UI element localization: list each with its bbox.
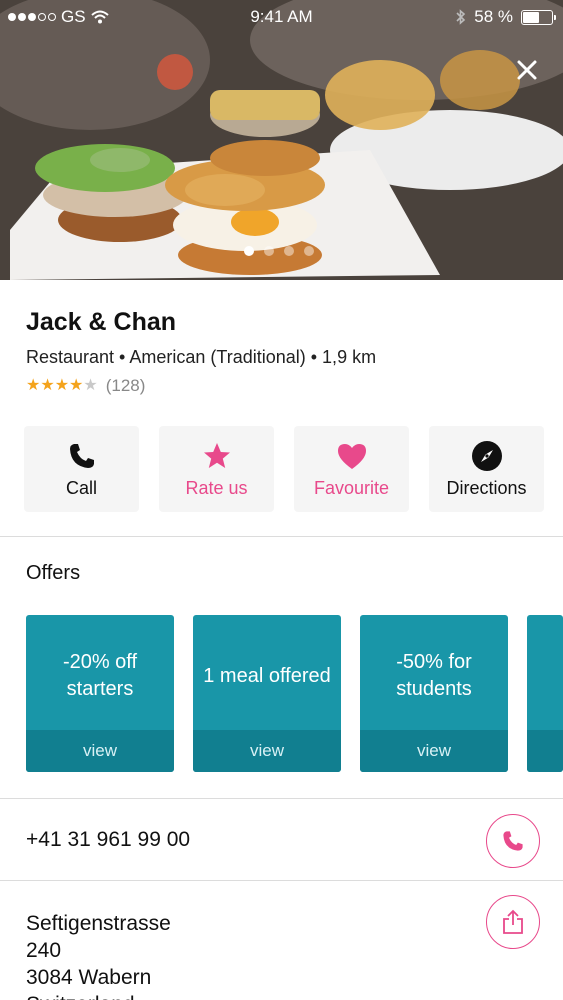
favourite-button[interactable]: Favourite [294,426,409,512]
divider [0,536,563,537]
rating-stars: ★ ★ ★ ★ ★ [26,378,98,394]
action-bar: Call Rate us Favourite Directions [24,426,544,512]
carousel-dot[interactable] [284,246,294,256]
carousel-dot[interactable] [244,246,254,256]
address-country: Switzerland [26,991,171,1000]
compass-icon [471,440,503,472]
call-button[interactable]: Call [24,426,139,512]
address-street: Seftigenstrasse [26,912,171,935]
offer-card[interactable]: -20% off starters view [26,615,174,772]
favourite-label: Favourite [313,477,390,498]
rating[interactable]: ★ ★ ★ ★ ★ (128) [26,376,376,396]
place-name: Jack & Chan [26,308,177,336]
call-label: Call [65,477,97,498]
share-icon [503,909,523,934]
star-icon: ★ [40,377,55,394]
review-count: (128) [105,376,146,395]
phone-icon [503,831,523,851]
address-city: 3084 Wabern [26,966,152,989]
offers-title: Offers [26,562,81,584]
place-meta: Restaurant • American (Traditional) • 1,… [26,347,377,367]
offer-card[interactable]: -50% for students view [360,615,508,772]
address[interactable]: Seftigenstrasse 240 3084 Wabern Switzerl… [26,910,171,1000]
carousel-dot[interactable] [264,246,274,256]
close-icon[interactable] [515,58,539,82]
offer-text: -50% for students [396,651,472,700]
status-bar: GS 9:41 AM 58 % [0,0,563,34]
offer-view-button[interactable]: view [193,730,341,772]
battery-icon [521,9,556,25]
phone-number[interactable]: +41 31 961 99 00 [26,828,190,852]
carousel-dot[interactable] [304,246,314,256]
star-icon [201,440,233,472]
divider [0,880,563,881]
offer-text: 1 meal offered [203,664,331,687]
offer-view-button[interactable]: view [26,730,174,772]
carousel-indicator[interactable] [244,246,314,256]
star-icon: ★ [83,377,98,394]
star-icon: ★ [26,377,41,394]
food-photo [0,0,563,280]
star-icon: ★ [54,377,70,394]
directions-button[interactable]: Directions [429,426,544,512]
phone-icon [66,440,98,472]
offers-carousel[interactable]: -20% off starters view 1 meal offered vi… [26,615,563,772]
battery-percent: 58 % [474,7,513,26]
rate-us-label: Rate us [185,477,248,498]
share-button[interactable] [486,895,540,949]
offer-view-button[interactable]: view [360,730,508,772]
bluetooth-icon [456,9,466,25]
star-icon: ★ [69,377,84,394]
address-number: 240 [26,939,62,962]
offer-card-partial[interactable] [527,615,563,772]
rate-us-button[interactable]: Rate us [159,426,274,512]
call-round-button[interactable] [486,814,540,868]
offer-card[interactable]: 1 meal offered view [193,615,341,772]
divider [0,798,563,799]
heart-icon [336,440,368,472]
hero-image[interactable]: GS 9:41 AM 58 % [0,0,563,280]
directions-label: Directions [446,477,527,498]
place-info: Jack & Chan Restaurant • American (Tradi… [26,308,376,396]
offer-view-button[interactable] [527,730,563,772]
offer-text: -20% off starters [62,651,138,700]
